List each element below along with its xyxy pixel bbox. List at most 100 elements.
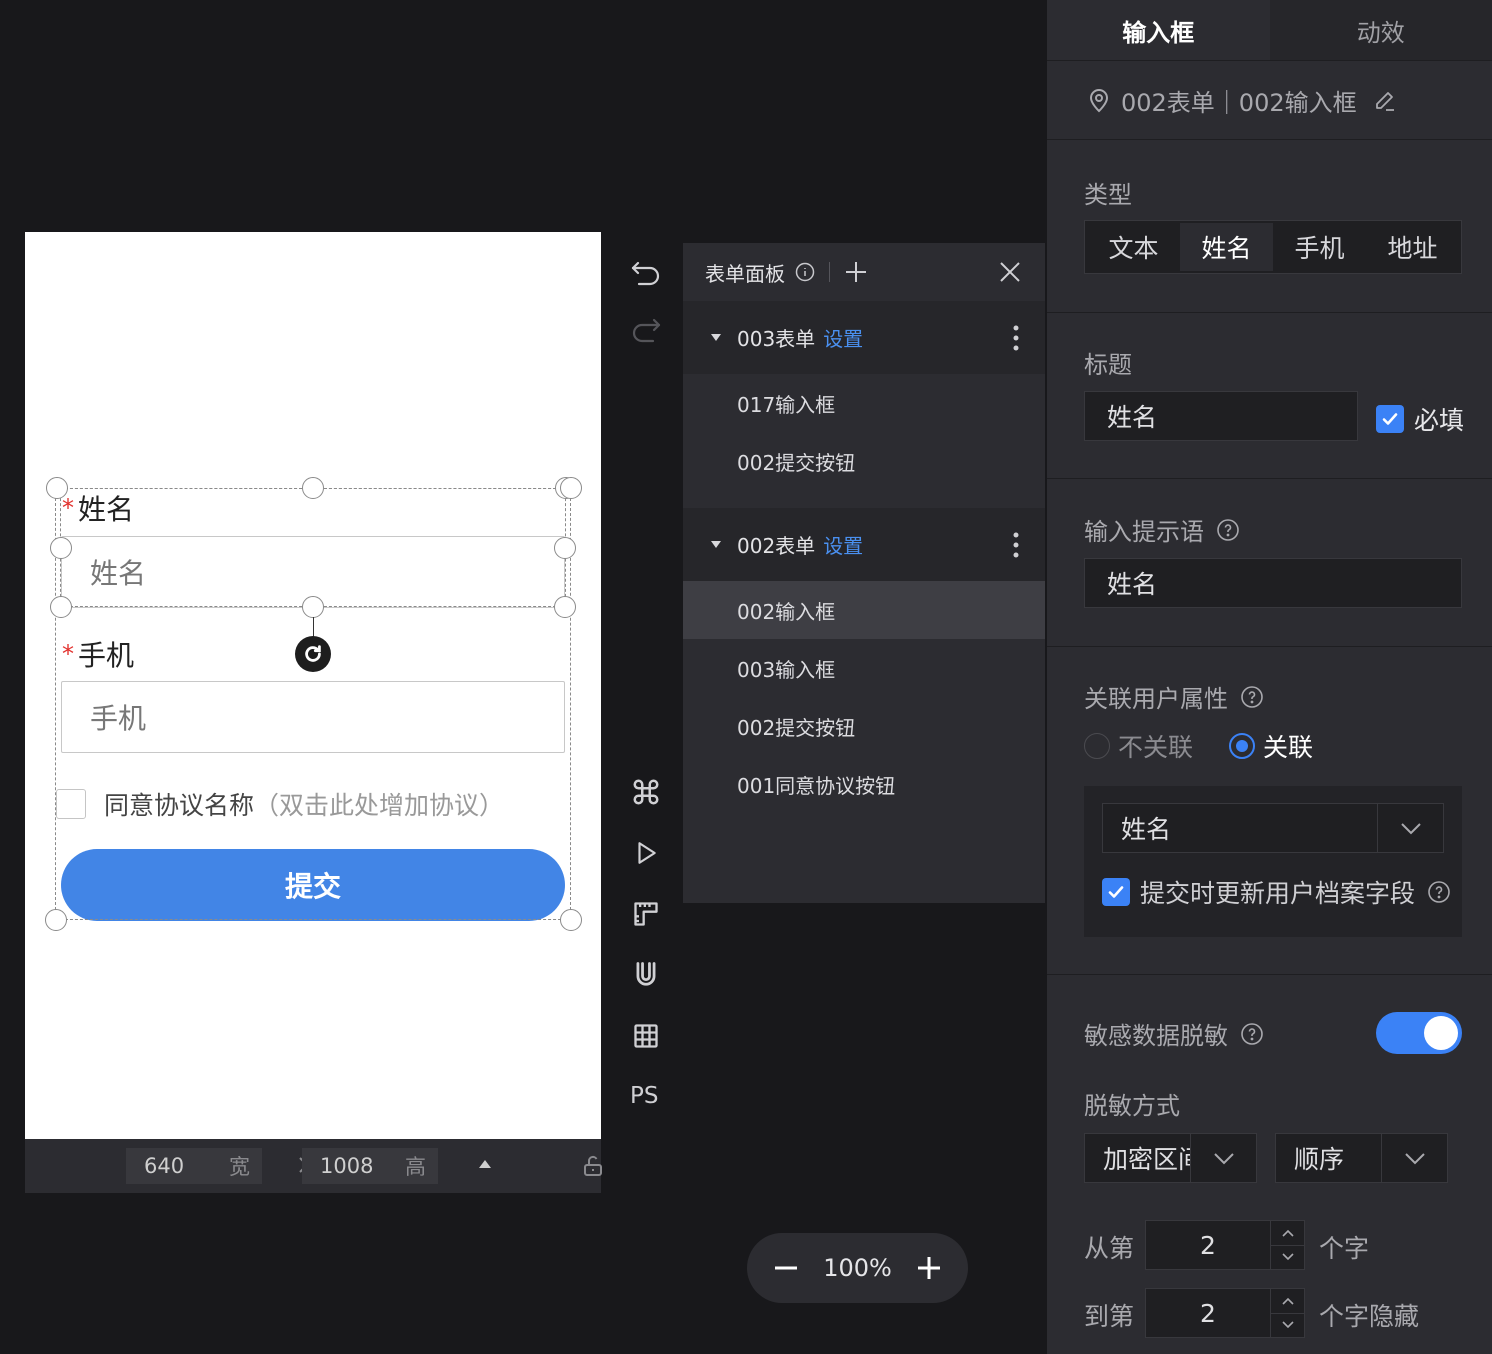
check-icon <box>1108 886 1124 898</box>
form-item-label: 002提交按钮 <box>737 715 856 740</box>
resize-handle[interactable] <box>554 596 576 618</box>
hint-input[interactable]: 姓名 <box>1084 558 1462 608</box>
type-option-name[interactable]: 姓名 <box>1180 223 1273 271</box>
resize-handle[interactable] <box>560 477 582 499</box>
redo-button[interactable] <box>628 313 664 349</box>
title-input-value: 姓名 <box>1107 403 1158 432</box>
radio-no-association[interactable] <box>1084 733 1110 759</box>
checkbox-checked[interactable] <box>1102 878 1130 906</box>
resize-handle[interactable] <box>302 596 324 618</box>
add-form-icon[interactable] <box>844 260 868 284</box>
form-item[interactable]: 017输入框 <box>683 374 1045 432</box>
type-section: 类型 文本 姓名 手机 地址 <box>1047 141 1492 313</box>
help-icon[interactable] <box>1240 1022 1264 1046</box>
form-item-label: 002输入框 <box>737 599 836 624</box>
resize-handle[interactable] <box>560 909 582 931</box>
more-vertical-icon[interactable] <box>1013 532 1019 558</box>
form-panel-header: 表单面板 <box>683 243 1045 301</box>
close-icon[interactable] <box>999 261 1021 283</box>
rotate-handle[interactable] <box>295 636 331 672</box>
resize-handle[interactable] <box>46 477 68 499</box>
resize-handle[interactable] <box>50 596 72 618</box>
hint-label-text: 输入提示语 <box>1084 518 1204 546</box>
command-icon <box>633 779 659 805</box>
zoom-out-icon[interactable] <box>773 1255 799 1281</box>
help-icon[interactable] <box>1427 880 1451 904</box>
association-box: 姓名 提交时更新用户档案字段 <box>1084 786 1462 937</box>
to-label: 到第 <box>1084 1302 1135 1331</box>
hint-label: 输入提示语 <box>1084 512 1240 547</box>
type-option-address[interactable]: 地址 <box>1366 223 1459 271</box>
zoom-in-icon[interactable] <box>916 1255 942 1281</box>
chevron-down-icon <box>1213 1153 1234 1165</box>
chevron-down-icon <box>1404 1153 1425 1165</box>
type-option-text[interactable]: 文本 <box>1087 223 1180 271</box>
form-item-selected[interactable]: 002输入框 <box>683 581 1045 639</box>
form-settings-link[interactable]: 设置 <box>823 323 863 352</box>
form-item[interactable]: 002提交按钮 <box>683 432 1045 490</box>
title-label: 标题 <box>1084 351 1132 379</box>
form-group-header[interactable]: 003表单 设置 <box>683 301 1045 374</box>
edit-icon[interactable] <box>1373 88 1397 112</box>
radio-association[interactable] <box>1229 733 1256 759</box>
association-label-text: 关联用户属性 <box>1084 685 1228 713</box>
increment-button[interactable] <box>1271 1289 1304 1314</box>
masking-label-text: 敏感数据脱敏 <box>1084 1022 1228 1050</box>
increment-button[interactable] <box>1271 1221 1304 1246</box>
resize-handle[interactable] <box>45 909 67 931</box>
from-stepper[interactable]: 2 <box>1145 1220 1305 1270</box>
update-profile-checkbox[interactable]: 提交时更新用户档案字段 <box>1102 874 1451 910</box>
tab-animation[interactable]: 动效 <box>1269 0 1492 60</box>
type-option-phone[interactable]: 手机 <box>1273 223 1366 271</box>
masking-toggle[interactable] <box>1376 1012 1462 1054</box>
required-checkbox[interactable]: 必填 <box>1376 401 1464 437</box>
zoom-level: 100% <box>823 1254 892 1282</box>
info-icon[interactable] <box>795 262 815 282</box>
undo-icon <box>631 261 660 286</box>
form-item-label: 003输入框 <box>737 657 836 682</box>
caret-up-icon[interactable] <box>479 1160 491 1168</box>
caret-down-icon[interactable] <box>711 334 721 341</box>
hint-section: 输入提示语 姓名 <box>1047 479 1492 647</box>
user-attribute-select[interactable]: 姓名 <box>1102 803 1444 853</box>
update-profile-label: 提交时更新用户档案字段 <box>1140 879 1416 908</box>
checkbox-checked[interactable] <box>1376 405 1404 433</box>
resize-handle[interactable] <box>554 537 576 559</box>
to-suffix: 个字隐藏 <box>1319 1302 1420 1331</box>
to-stepper[interactable]: 2 <box>1145 1288 1305 1338</box>
title-input[interactable]: 姓名 <box>1084 391 1358 441</box>
height-input[interactable]: 1008 高 <box>302 1148 438 1184</box>
help-icon[interactable] <box>1240 685 1264 709</box>
more-vertical-icon[interactable] <box>1013 325 1019 351</box>
magnet-button[interactable] <box>628 957 664 993</box>
tab-input[interactable]: 输入框 <box>1047 0 1270 60</box>
decrement-button[interactable] <box>1271 1246 1304 1270</box>
selection-box-inner <box>60 488 566 607</box>
width-input[interactable]: 640 宽 <box>126 1148 262 1184</box>
from-label: 从第 <box>1084 1234 1135 1263</box>
decrement-button[interactable] <box>1271 1314 1304 1338</box>
form-item-label: 001同意协议按钮 <box>737 773 896 798</box>
grid-button[interactable] <box>628 1018 664 1054</box>
form-panel: 表单面板 003表单 设置 017输入框 002提交按钮 002表单 设置 00… <box>683 243 1045 903</box>
form-item[interactable]: 003输入框 <box>683 639 1045 697</box>
ps-import-button[interactable]: PS <box>630 1083 658 1109</box>
chevron-down-icon <box>1400 823 1421 835</box>
resize-handle[interactable] <box>302 477 324 499</box>
caret-down-icon[interactable] <box>711 541 721 548</box>
shortcut-button[interactable] <box>628 774 664 810</box>
form-settings-link[interactable]: 设置 <box>823 530 863 559</box>
form-group-header[interactable]: 002表单 设置 <box>683 508 1045 581</box>
undo-button[interactable] <box>628 254 664 290</box>
form-item-label: 017输入框 <box>737 392 836 417</box>
help-icon[interactable] <box>1216 518 1240 542</box>
preview-button[interactable] <box>628 835 664 871</box>
form-item[interactable]: 002提交按钮 <box>683 697 1045 755</box>
mask-order-select[interactable]: 顺序 <box>1275 1133 1448 1183</box>
unlock-icon[interactable] <box>581 1154 605 1178</box>
resize-handle[interactable] <box>50 537 72 559</box>
ruler-button[interactable] <box>628 896 664 932</box>
mask-method-select[interactable]: 加密区间 <box>1084 1133 1257 1183</box>
form-item[interactable]: 001同意协议按钮 <box>683 755 1045 813</box>
